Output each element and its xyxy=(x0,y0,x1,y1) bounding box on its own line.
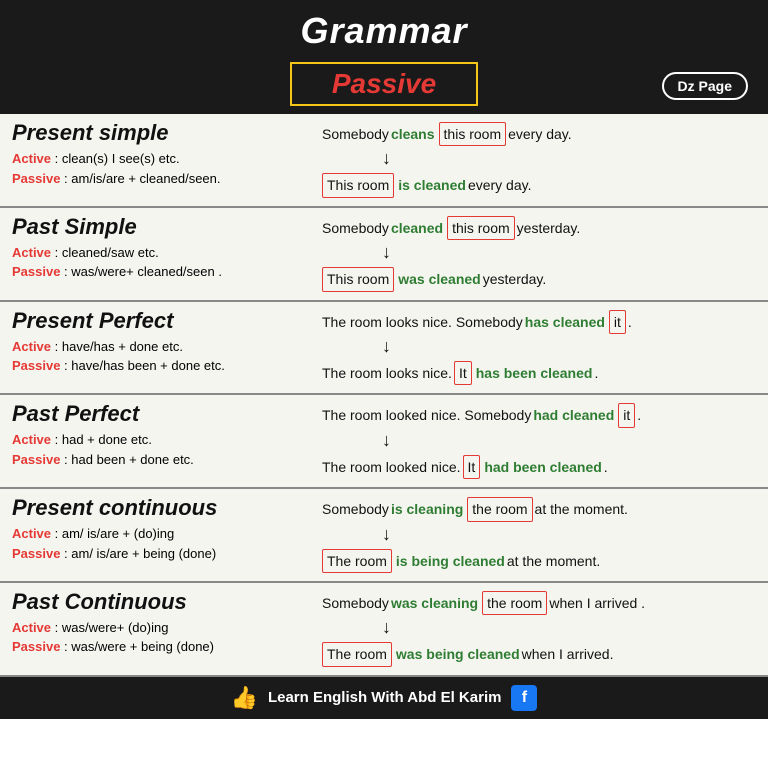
active-rule-text: : had + done etc. xyxy=(51,432,152,447)
section-past-simple: Past SimpleActive : cleaned/saw etc.Pass… xyxy=(0,208,768,302)
section-title-past-simple: Past Simple xyxy=(12,214,302,240)
passive-example-past-simple: This room was cleaned yesterday. xyxy=(322,267,756,291)
active-example-present-perfect: The room looks nice. Somebody has cleane… xyxy=(322,310,756,334)
right-col-present-perfect: The room looks nice. Somebody has cleane… xyxy=(312,308,756,388)
section-title-past-perfect: Past Perfect xyxy=(12,401,302,427)
passive-rule-text: : had been + done etc. xyxy=(60,452,193,467)
passive-rule-text: : have/has been + done etc. xyxy=(60,358,224,373)
active-label: Active xyxy=(12,432,51,447)
active-example-past-simple: Somebody cleaned this room yesterday. xyxy=(322,216,756,240)
passive-label: Passive xyxy=(12,452,60,467)
section-title-present-perfect: Present Perfect xyxy=(12,308,302,334)
left-col-present-continuous: Present continuous Active : am/ is/are + … xyxy=(12,495,312,563)
right-col-present-simple: Somebody cleans this room every day.↓ Thi… xyxy=(312,120,756,200)
active-example-past-perfect: The room looked nice. Somebody had clean… xyxy=(322,403,756,427)
passive-rule-past-perfect: Passive : had been + done etc. xyxy=(12,450,302,470)
arrow-past-perfect: ↓ xyxy=(382,430,756,451)
right-col-past-continuous: Somebody was cleaning the room when I ar… xyxy=(312,589,756,669)
footer: 👍 Learn English With Abd El Karim f xyxy=(0,677,768,719)
passive-rule-text: : was/were + being (done) xyxy=(60,639,214,654)
active-label: Active xyxy=(12,526,51,541)
arrow-present-simple: ↓ xyxy=(382,148,756,169)
passive-example-past-continuous: The room was being cleaned when I arrive… xyxy=(322,642,756,666)
active-label: Active xyxy=(12,339,51,354)
active-rule-text: : cleaned/saw etc. xyxy=(51,245,159,260)
passive-label: Passive xyxy=(12,171,60,186)
passive-banner: Passive Dz Page xyxy=(0,58,768,114)
right-col-past-perfect: The room looked nice. Somebody had clean… xyxy=(312,401,756,481)
active-rule-past-continuous: Active : was/were+ (do)ing xyxy=(12,618,302,638)
section-past-perfect: Past PerfectActive : had + done etc.Pass… xyxy=(0,395,768,489)
active-label: Active xyxy=(12,620,51,635)
passive-example-present-perfect: The room looks nice. It has been cleaned… xyxy=(322,361,756,385)
right-col-present-continuous: Somebody is cleaning the room at the mom… xyxy=(312,495,756,575)
section-present-continuous: Present continuous Active : am/ is/are + … xyxy=(0,489,768,583)
active-rule-present-continuous: Active : am/ is/are + (do)ing xyxy=(12,524,302,544)
section-present-perfect: Present Perfect Active : have/has + done … xyxy=(0,302,768,396)
active-rule-text: : have/has + done etc. xyxy=(51,339,183,354)
section-title-present-continuous: Present continuous xyxy=(12,495,302,521)
arrow-past-simple: ↓ xyxy=(382,242,756,263)
passive-example-present-simple: This room is cleaned every day. xyxy=(322,173,756,197)
content: Present simple Active : clean(s) I see(s)… xyxy=(0,114,768,677)
active-rule-text: : was/were+ (do)ing xyxy=(51,620,168,635)
section-past-continuous: Past Continuous Active : was/were+ (do)in… xyxy=(0,583,768,677)
right-col-past-simple: Somebody cleaned this room yesterday.↓ Th… xyxy=(312,214,756,294)
header: Grammar xyxy=(0,0,768,58)
active-rule-past-perfect: Active : had + done etc. xyxy=(12,430,302,450)
active-label: Active xyxy=(12,245,51,260)
passive-label: Passive xyxy=(12,358,60,373)
passive-rule-past-simple: Passive : was/were+ cleaned/seen . xyxy=(12,262,302,282)
left-col-past-simple: Past SimpleActive : cleaned/saw etc.Pass… xyxy=(12,214,312,282)
passive-rule-present-continuous: Passive : am/ is/are + being (done) xyxy=(12,544,302,564)
arrow-present-continuous: ↓ xyxy=(382,524,756,545)
passive-example-present-continuous: The room is being cleaned at the moment. xyxy=(322,549,756,573)
passive-label: Passive xyxy=(12,264,60,279)
left-col-present-simple: Present simple Active : clean(s) I see(s)… xyxy=(12,120,312,188)
passive-label: Passive xyxy=(332,68,436,99)
active-rule-text: : clean(s) I see(s) etc. xyxy=(51,151,180,166)
dz-page-badge: Dz Page xyxy=(662,72,748,100)
section-present-simple: Present simple Active : clean(s) I see(s)… xyxy=(0,114,768,208)
passive-rule-text: : am/is/are + cleaned/seen. xyxy=(60,171,220,186)
active-example-present-continuous: Somebody is cleaning the room at the mom… xyxy=(322,497,756,521)
passive-example-past-perfect: The room looked nice. It had been cleane… xyxy=(322,455,756,479)
left-col-past-perfect: Past PerfectActive : had + done etc.Pass… xyxy=(12,401,312,469)
left-col-present-perfect: Present Perfect Active : have/has + done … xyxy=(12,308,312,376)
active-rule-text: : am/ is/are + (do)ing xyxy=(51,526,174,541)
passive-rule-present-simple: Passive : am/is/are + cleaned/seen. xyxy=(12,169,302,189)
passive-rule-text: : was/were+ cleaned/seen . xyxy=(60,264,222,279)
passive-rule-text: : am/ is/are + being (done) xyxy=(60,546,216,561)
active-label: Active xyxy=(12,151,51,166)
passive-label: Passive xyxy=(12,546,60,561)
thumb-icon: 👍 xyxy=(231,685,258,711)
active-example-present-simple: Somebody cleans this room every day. xyxy=(322,122,756,146)
facebook-icon: f xyxy=(511,685,537,711)
active-rule-past-simple: Active : cleaned/saw etc. xyxy=(12,243,302,263)
section-title-past-continuous: Past Continuous xyxy=(12,589,302,615)
page-title: Grammar xyxy=(300,10,467,51)
passive-box: Passive xyxy=(290,62,478,106)
arrow-present-perfect: ↓ xyxy=(382,336,756,357)
section-title-present-simple: Present simple xyxy=(12,120,302,146)
footer-label: Learn English With Abd El Karim xyxy=(268,689,502,706)
left-col-past-continuous: Past Continuous Active : was/were+ (do)in… xyxy=(12,589,312,657)
active-rule-present-simple: Active : clean(s) I see(s) etc. xyxy=(12,149,302,169)
passive-label: Passive xyxy=(12,639,60,654)
active-rule-present-perfect: Active : have/has + done etc. xyxy=(12,337,302,357)
arrow-past-continuous: ↓ xyxy=(382,617,756,638)
passive-rule-past-continuous: Passive : was/were + being (done) xyxy=(12,637,302,657)
active-example-past-continuous: Somebody was cleaning the room when I ar… xyxy=(322,591,756,615)
passive-rule-present-perfect: Passive : have/has been + done etc. xyxy=(12,356,302,376)
